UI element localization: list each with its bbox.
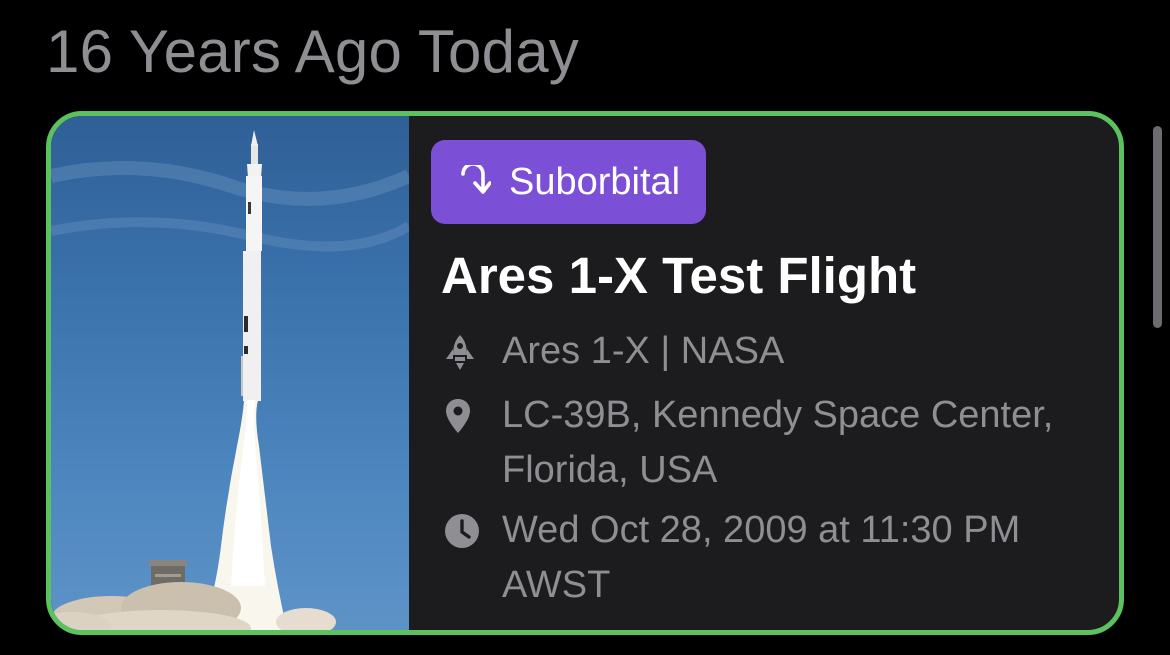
launch-location-text: LC-39B, Kennedy Space Center, Florida, U… <box>502 394 1054 491</box>
vertical-scrollbar[interactable] <box>1153 126 1162 328</box>
rocket-icon <box>443 324 489 379</box>
rocket-row: Ares 1-X | NASA <box>443 324 1062 379</box>
mission-type-label: Suborbital <box>509 160 681 203</box>
section-title: 16 Years Ago Today <box>46 18 579 85</box>
launch-time-text: Wed Oct 28, 2009 at 11:30 PM AWST <box>502 509 1021 606</box>
launch-title: Ares 1-X Test Flight <box>441 247 917 304</box>
time-row: Wed Oct 28, 2009 at 11:30 PM AWST <box>443 503 1062 613</box>
location-row: LC-39B, Kennedy Space Center, Florida, U… <box>443 388 1062 498</box>
location-pin-icon <box>443 388 489 443</box>
clock-icon <box>443 503 489 558</box>
launch-details: Suborbital Ares 1-X Test Flight Ares 1-X… <box>409 116 1119 630</box>
launch-card[interactable]: Suborbital Ares 1-X Test Flight Ares 1-X… <box>46 111 1124 635</box>
rocket-provider-text: Ares 1-X | NASA <box>502 330 785 372</box>
mission-type-badge[interactable]: Suborbital <box>431 140 707 224</box>
launch-thumbnail <box>51 116 409 630</box>
redo-arrow-icon <box>461 165 491 194</box>
